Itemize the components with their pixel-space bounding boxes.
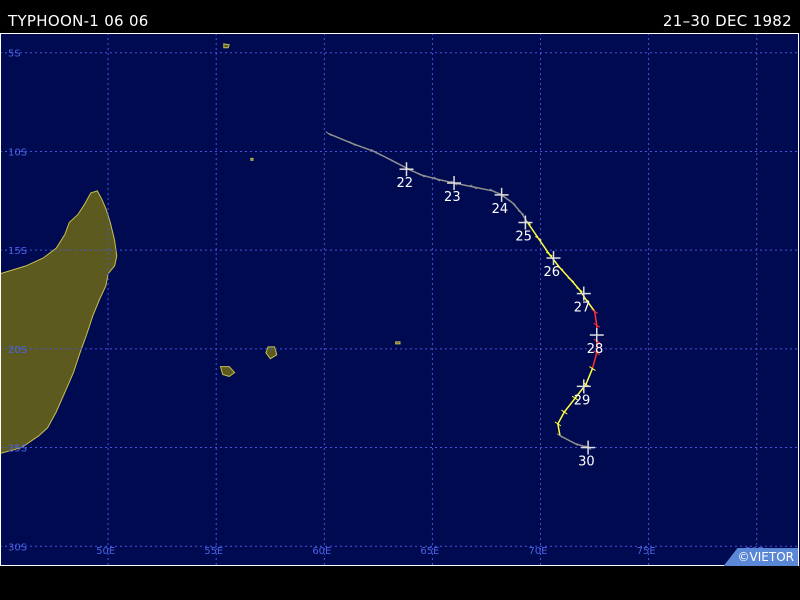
lon-label-65e: 65E — [420, 546, 439, 557]
day-label: 22 — [396, 176, 413, 191]
day-label: 25 — [515, 230, 532, 245]
lon-label-55e: 55E — [204, 546, 223, 557]
lat-label-20s: 20S — [8, 345, 27, 356]
lon-label-75e: 75E — [637, 546, 656, 557]
day-label: 26 — [544, 265, 561, 280]
day-label: 29 — [574, 393, 591, 408]
land-rodrigues — [395, 341, 401, 345]
ocean — [0, 33, 800, 566]
lat-label-10s: 10S — [8, 147, 27, 158]
lat-label-25s: 25S — [8, 444, 27, 455]
day-label: 30 — [578, 455, 595, 470]
day-label: 27 — [574, 301, 591, 316]
lon-label-70e: 70E — [529, 546, 548, 557]
lat-label-15s: 15S — [8, 246, 27, 257]
day-label: 28 — [587, 342, 604, 357]
track-map: 5S10S15S20S25S30S50E55E60E65E70E75E80E 2… — [0, 33, 800, 566]
lat-label-30s: 30S — [8, 542, 27, 553]
lon-label-50e: 50E — [96, 546, 115, 557]
land-seychelles — [223, 43, 230, 49]
date-range: 21–30 DEC 1982 — [662, 12, 792, 30]
lat-label-5s: 5S — [8, 49, 21, 60]
day-label: 23 — [444, 190, 461, 205]
storm-title: TYPHOON-1 06 06 — [8, 12, 149, 30]
day-label: 24 — [492, 202, 509, 217]
lon-label-60e: 60E — [312, 546, 331, 557]
land-agalega — [250, 157, 254, 161]
